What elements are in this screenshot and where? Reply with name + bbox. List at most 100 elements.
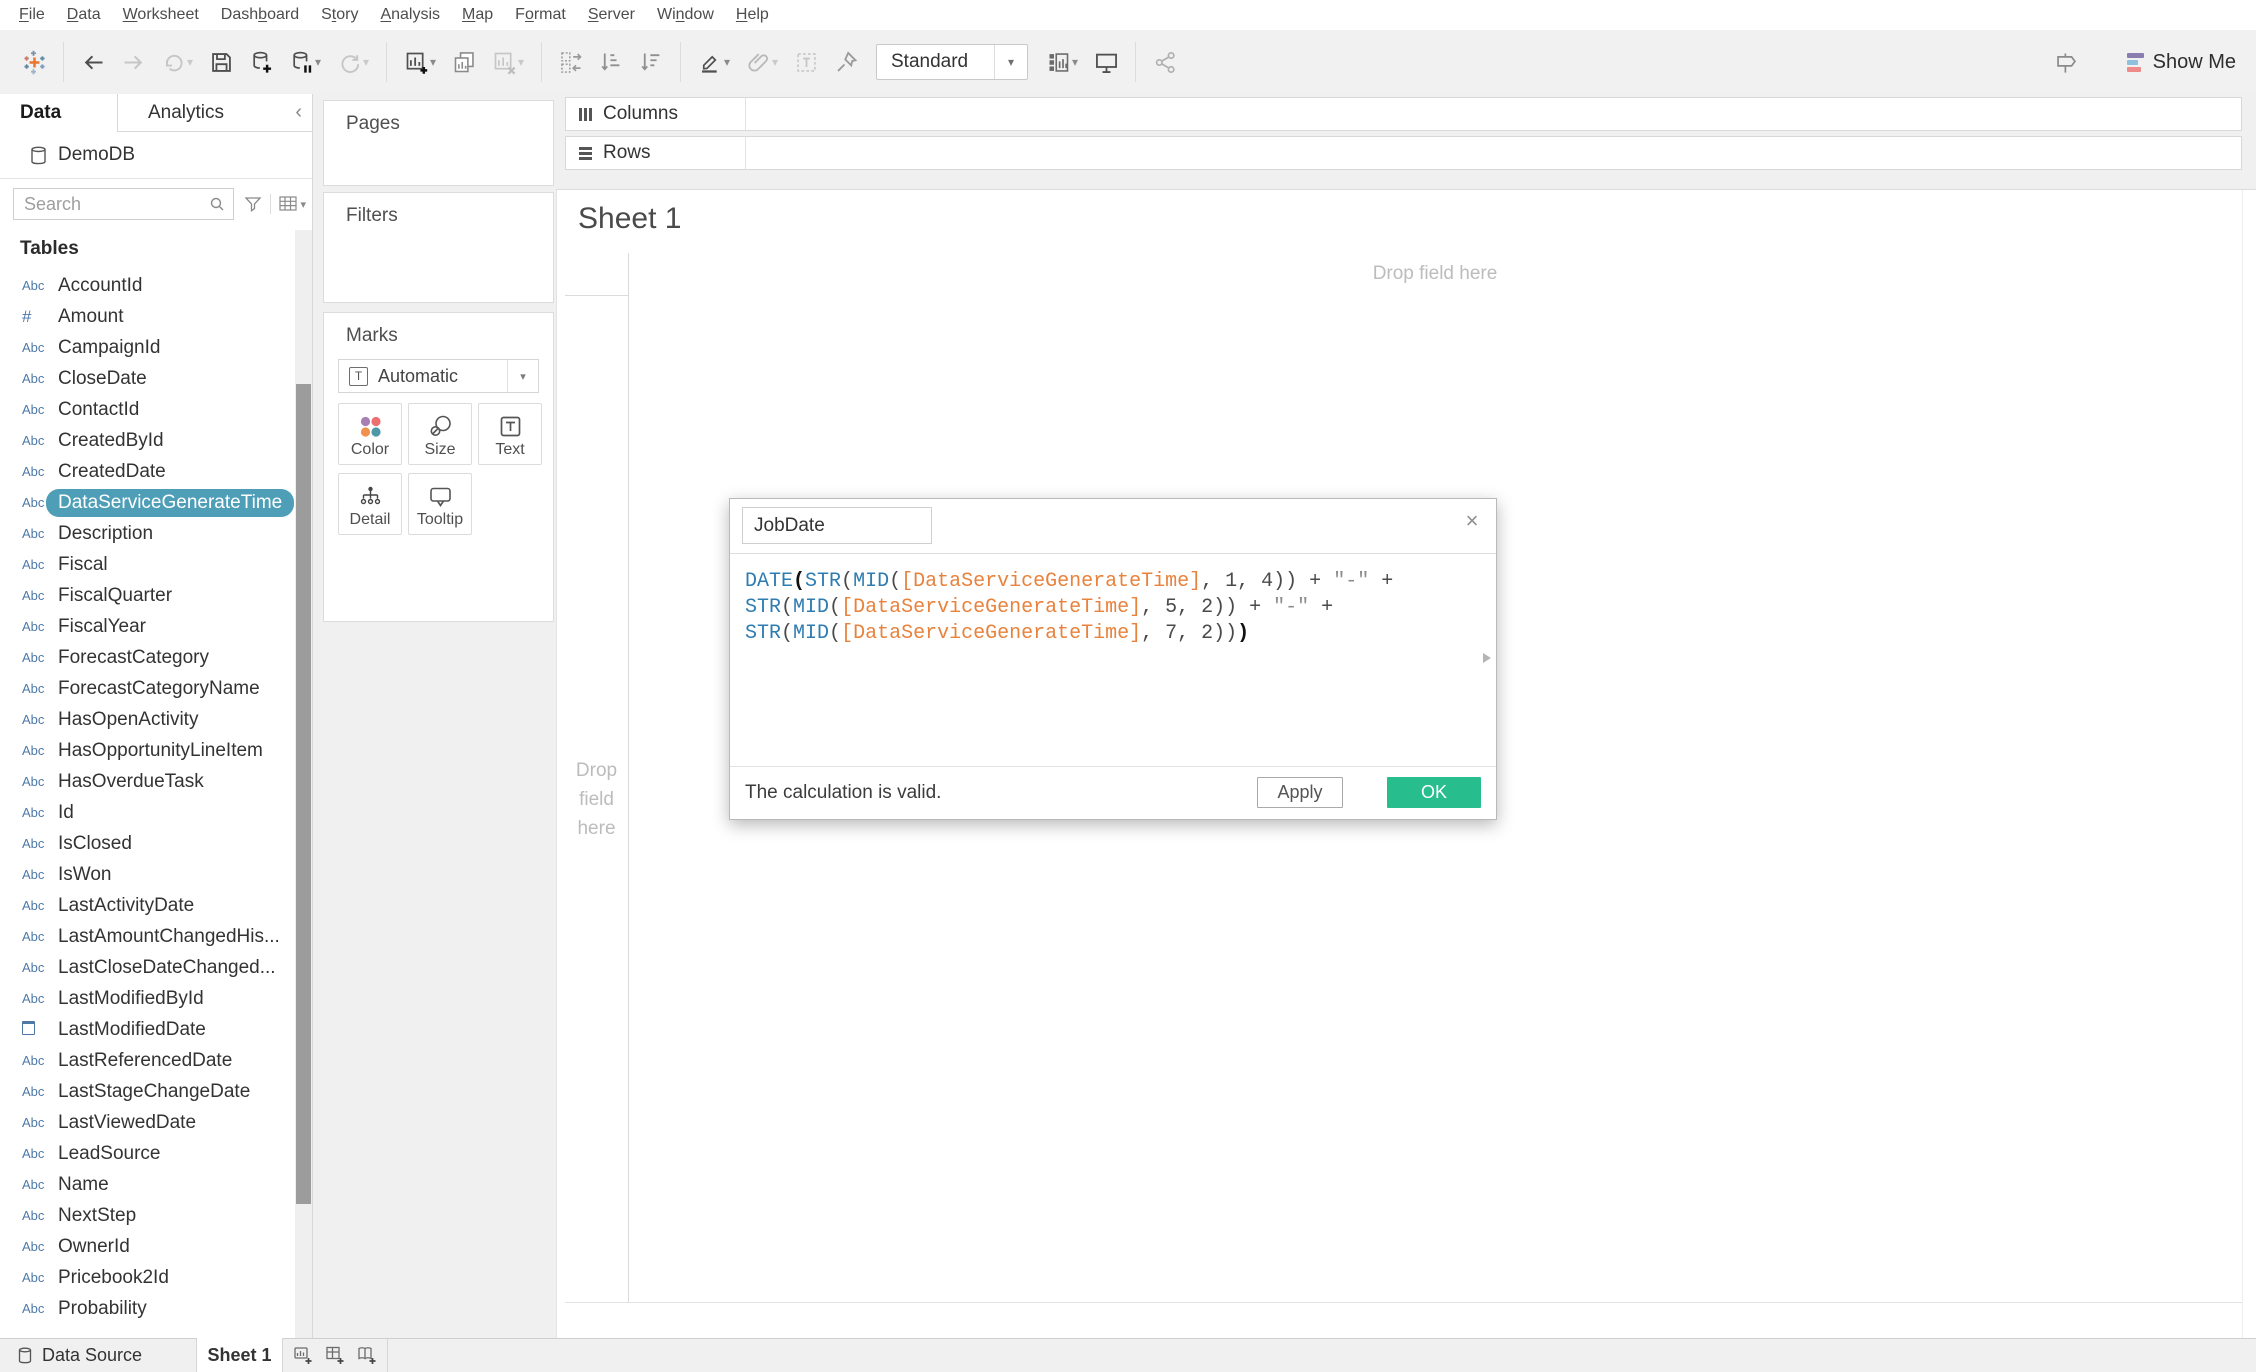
sort-descending-button[interactable]	[631, 42, 671, 82]
view-options-button[interactable]	[279, 196, 306, 212]
calculation-name-input[interactable]: JobDate	[742, 507, 932, 544]
field-row[interactable]: FiscalQuarter	[0, 580, 295, 611]
menu-item[interactable]: Story	[310, 6, 369, 24]
field-row[interactable]: CampaignId	[0, 332, 295, 363]
pause-auto-updates-dropdown-caret[interactable]	[315, 55, 327, 69]
field-row[interactable]: IsClosed	[0, 828, 295, 859]
share-workbook-button[interactable]	[1145, 42, 1185, 82]
menu-item[interactable]: Data	[56, 6, 112, 24]
field-row[interactable]: AccountId	[0, 270, 295, 301]
new-worksheet-tab-button[interactable]	[287, 1339, 319, 1372]
show-hide-cards-dropdown-caret[interactable]	[1072, 55, 1084, 69]
field-row[interactable]: Id	[0, 797, 295, 828]
tab-data-source[interactable]: Data Source	[0, 1339, 197, 1372]
field-row[interactable]: LastCloseDateChanged...	[0, 952, 295, 983]
columns-drop-zone[interactable]: Drop field here	[628, 253, 2242, 295]
filters-card[interactable]: Filters	[323, 192, 554, 303]
field-row[interactable]: HasOverdueTask	[0, 766, 295, 797]
field-row[interactable]: LastActivityDate	[0, 890, 295, 921]
new-data-source-button[interactable]	[241, 42, 281, 82]
rows-drop-zone[interactable]: Drop field here	[565, 756, 628, 843]
ok-button[interactable]: OK	[1387, 777, 1481, 808]
field-row[interactable]: Fiscal	[0, 549, 295, 580]
detail-button[interactable]: Detail	[338, 473, 402, 535]
field-row[interactable]: Probability	[0, 1293, 295, 1324]
expand-functions-icon[interactable]	[1483, 653, 1491, 663]
field-row[interactable]: DataServiceGenerateTime	[0, 487, 295, 518]
menu-item[interactable]: Analysis	[369, 6, 451, 24]
new-worksheet-dropdown-caret[interactable]	[430, 55, 442, 69]
fit-selector[interactable]: Standard	[876, 44, 1028, 80]
field-row[interactable]: Name	[0, 1169, 295, 1200]
filter-fields-button[interactable]	[244, 195, 262, 213]
data-source-connection[interactable]: DemoDB	[30, 144, 135, 166]
field-row[interactable]: LastModifiedDate	[0, 1014, 295, 1045]
field-row[interactable]: HasOpenActivity	[0, 704, 295, 735]
field-row[interactable]: IsWon	[0, 859, 295, 890]
duplicate-button[interactable]	[444, 42, 484, 82]
menu-item[interactable]: Worksheet	[112, 6, 210, 24]
rows-shelf[interactable]: Rows	[565, 136, 2242, 170]
replay-dropdown-caret[interactable]	[187, 55, 199, 69]
size-button[interactable]: Size	[408, 403, 472, 465]
menu-item[interactable]: File	[8, 6, 56, 24]
field-row[interactable]: Description	[0, 518, 295, 549]
sheet-title[interactable]: Sheet 1	[578, 202, 681, 236]
tooltip-button[interactable]: Tooltip	[408, 473, 472, 535]
show-mark-labels-button[interactable]	[786, 42, 826, 82]
tab-data[interactable]: Data	[0, 94, 118, 132]
text-button[interactable]: Text	[478, 403, 542, 465]
run-auto-updates-dropdown-caret[interactable]	[363, 55, 375, 69]
field-row[interactable]: LastViewedDate	[0, 1107, 295, 1138]
field-row[interactable]: ForecastCategoryName	[0, 673, 295, 704]
collapse-pane-icon[interactable]	[295, 101, 312, 124]
apply-button[interactable]: Apply	[1257, 777, 1343, 808]
field-row[interactable]: Pricebook2Id	[0, 1262, 295, 1293]
field-row[interactable]: ContactId	[0, 394, 295, 425]
menu-item[interactable]: Help	[725, 6, 780, 24]
scrollbar-thumb[interactable]	[296, 384, 311, 1204]
field-row[interactable]: CloseDate	[0, 363, 295, 394]
menu-item[interactable]: Dashboard	[210, 6, 310, 24]
menu-item[interactable]: Window	[646, 6, 725, 24]
sort-ascending-button[interactable]	[591, 42, 631, 82]
close-icon[interactable]	[1460, 509, 1484, 533]
clear-sheet-dropdown-caret[interactable]	[518, 55, 530, 69]
swap-rows-and-columns-button[interactable]	[551, 42, 591, 82]
field-row[interactable]: LastAmountChangedHis...	[0, 921, 295, 952]
save-button[interactable]	[201, 42, 241, 82]
show-me-button[interactable]: Show Me	[2127, 51, 2236, 74]
field-row[interactable]: HasOpportunityLineItem	[0, 735, 295, 766]
search-input[interactable]: Search	[13, 188, 234, 220]
color-button[interactable]: Color	[338, 403, 402, 465]
fix-axes-button[interactable]	[826, 42, 866, 82]
field-row[interactable]: LeadSource	[0, 1138, 295, 1169]
new-story-button[interactable]	[351, 1339, 383, 1372]
group-members-dropdown-caret[interactable]	[772, 55, 784, 69]
pages-card[interactable]: Pages	[323, 100, 554, 186]
fit-selector-caret[interactable]	[994, 45, 1027, 79]
new-dashboard-button[interactable]	[319, 1339, 351, 1372]
formula-editor[interactable]: DATE(STR(MID([DataServiceGenerateTime], …	[745, 569, 1468, 647]
field-row[interactable]: Amount	[0, 301, 295, 332]
presentation-mode-button[interactable]	[1086, 42, 1126, 82]
field-row[interactable]: FiscalYear	[0, 611, 295, 642]
menu-item[interactable]: Map	[451, 6, 504, 24]
fields-scrollbar[interactable]	[295, 230, 312, 1338]
signpost-button[interactable]	[2047, 42, 2087, 82]
field-row[interactable]: ForecastCategory	[0, 642, 295, 673]
field-row[interactable]: CreatedById	[0, 425, 295, 456]
mark-type-selector[interactable]: T Automatic	[338, 359, 539, 393]
field-row[interactable]: LastModifiedById	[0, 983, 295, 1014]
highlight-dropdown-caret[interactable]	[724, 55, 736, 69]
field-row[interactable]: NextStep	[0, 1200, 295, 1231]
columns-shelf[interactable]: Columns	[565, 97, 2242, 131]
undo-button[interactable]	[73, 42, 113, 82]
field-row[interactable]: LastReferencedDate	[0, 1045, 295, 1076]
mark-type-caret[interactable]	[507, 360, 538, 392]
menu-item[interactable]: Format	[504, 6, 577, 24]
tab-sheet1[interactable]: Sheet 1	[197, 1338, 283, 1372]
menu-item[interactable]: Server	[577, 6, 646, 24]
field-row[interactable]: LastStageChangeDate	[0, 1076, 295, 1107]
field-row[interactable]: CreatedDate	[0, 456, 295, 487]
